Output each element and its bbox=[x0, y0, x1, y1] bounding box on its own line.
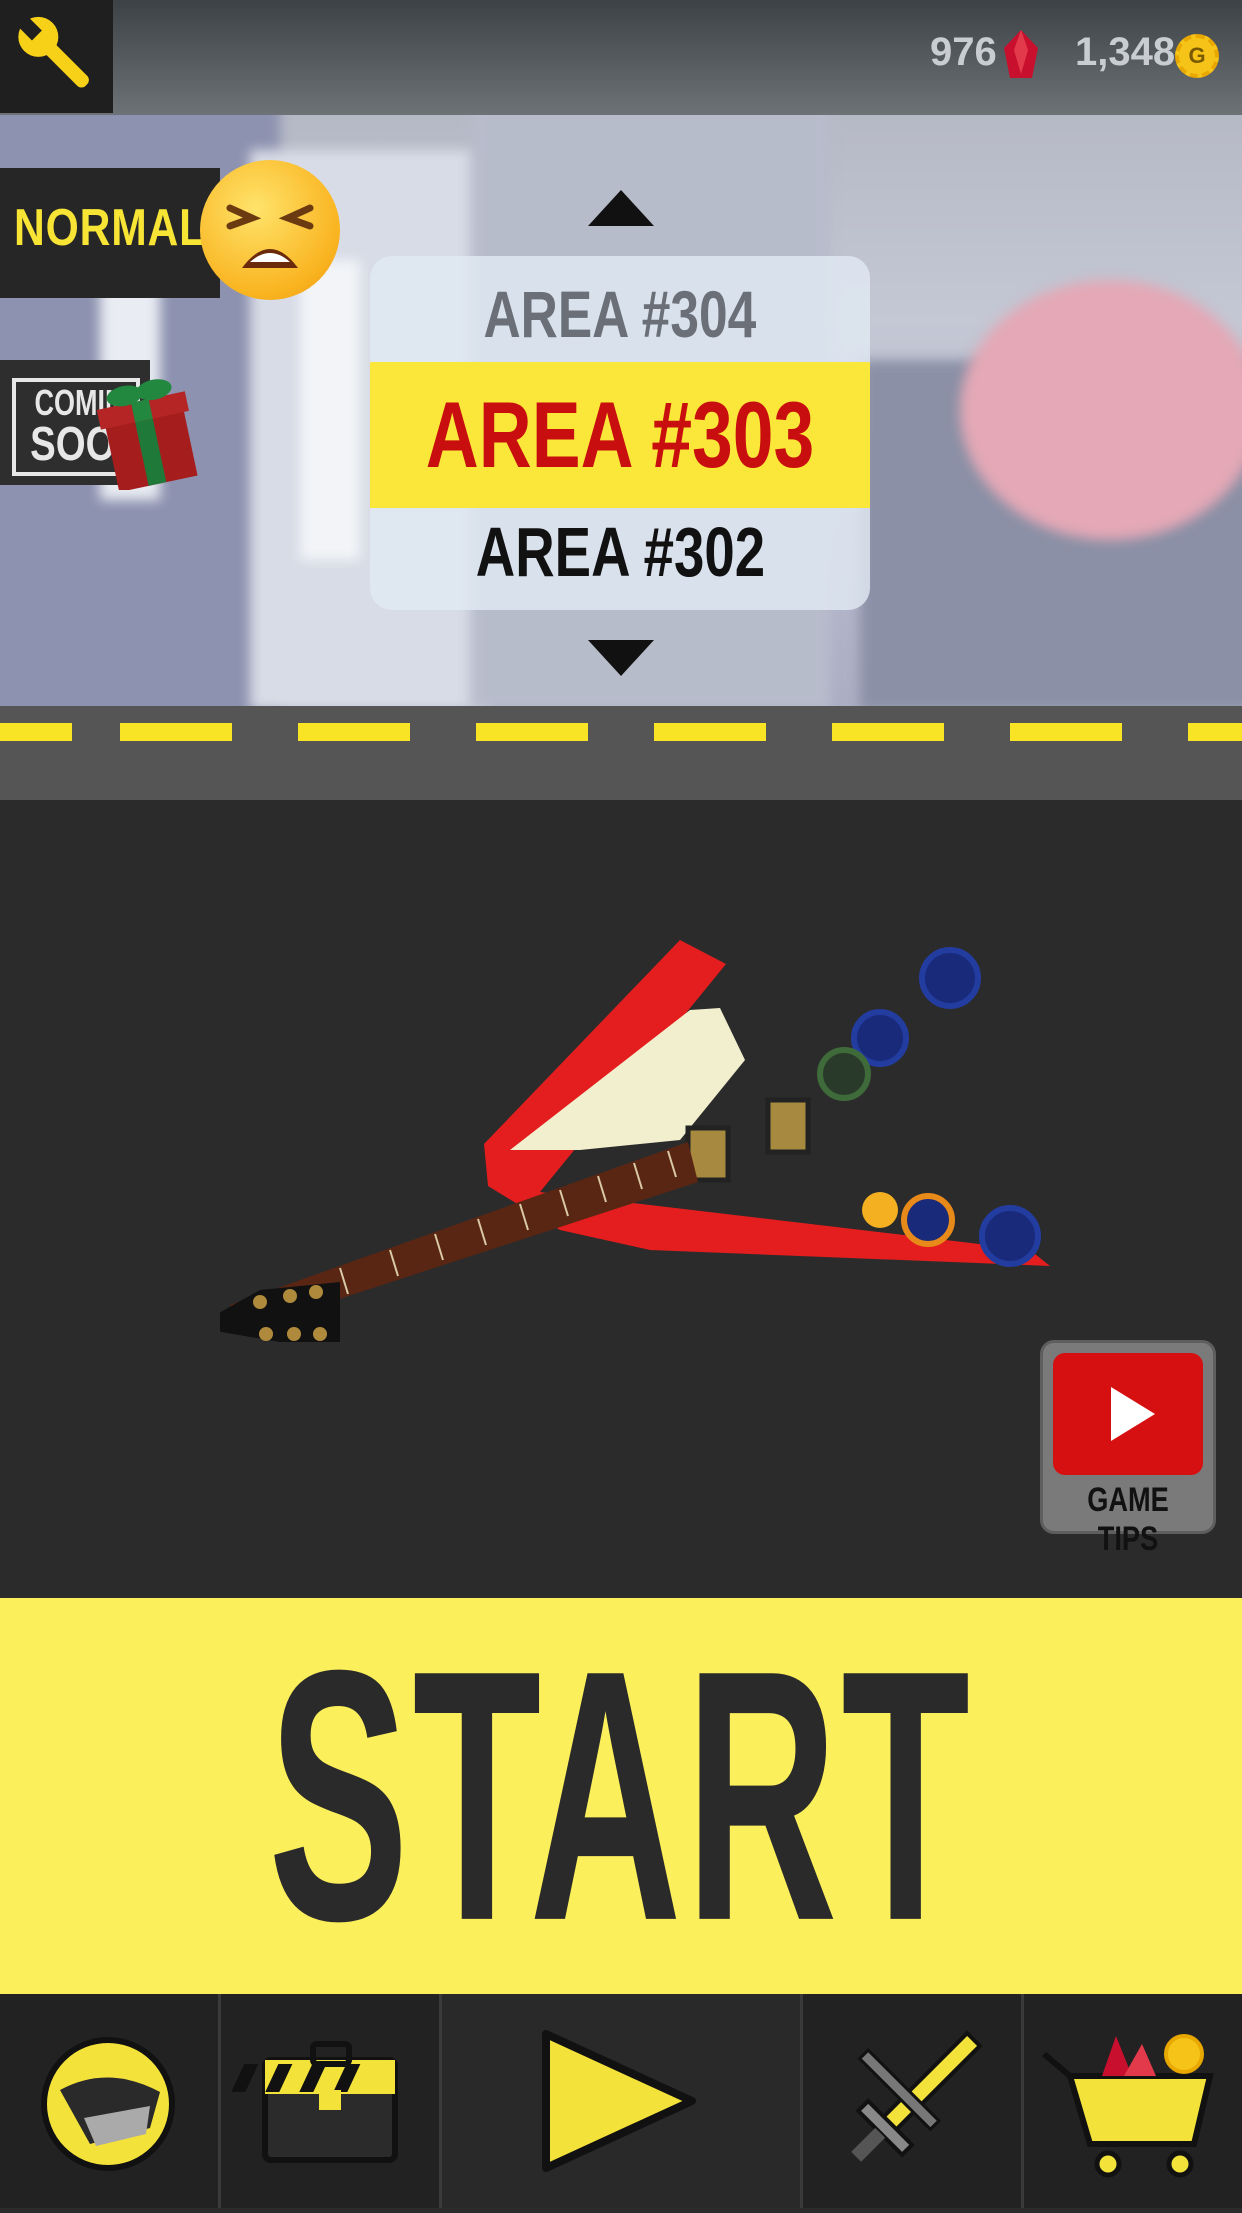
road-stripe bbox=[298, 723, 410, 741]
area-option-below-label: AREA #302 bbox=[475, 513, 765, 591]
road-stripe bbox=[1010, 723, 1122, 741]
area-option-above-label: AREA #304 bbox=[483, 277, 757, 351]
nav-toolbox-button[interactable] bbox=[221, 1994, 442, 2208]
road-stripe bbox=[1188, 723, 1242, 741]
game-tips-button[interactable]: GAME TIPS bbox=[1040, 1340, 1216, 1558]
nav-sword-button[interactable] bbox=[803, 1994, 1024, 2208]
game-tips-label: GAME TIPS bbox=[1087, 1481, 1169, 1558]
area-option-above[interactable]: AREA #304 bbox=[370, 276, 870, 376]
area-option-selected[interactable]: AREA #303 bbox=[370, 362, 870, 508]
nav-play-button[interactable] bbox=[442, 1994, 803, 2208]
difficulty-selector[interactable]: NORMAL bbox=[0, 168, 220, 298]
area-option-below[interactable]: AREA #302 bbox=[370, 512, 870, 602]
tired-face-emoji-icon[interactable] bbox=[200, 160, 340, 300]
coin-icon: G bbox=[1175, 34, 1219, 78]
sword-icon bbox=[851, 2030, 983, 2162]
area-up-arrow-icon[interactable] bbox=[588, 190, 654, 226]
area-down-arrow-icon[interactable] bbox=[588, 640, 654, 676]
background-window bbox=[300, 260, 360, 560]
road bbox=[0, 706, 1242, 800]
flying-v-guitar-icon[interactable] bbox=[220, 930, 1080, 1350]
settings-button[interactable] bbox=[0, 0, 113, 113]
area-scene: 976 1,348 G NORMAL COMING SOON AREA #304… bbox=[0, 0, 1242, 800]
top-bar: 976 1,348 G bbox=[0, 0, 1242, 115]
background-tree bbox=[960, 280, 1242, 540]
start-button[interactable]: START bbox=[0, 1596, 1242, 1996]
toolbox-icon bbox=[231, 2041, 398, 2163]
gem-icon bbox=[1004, 30, 1038, 78]
shopping-cart-icon bbox=[1042, 2034, 1214, 2178]
road-stripe bbox=[654, 723, 766, 741]
gem-count: 976 bbox=[930, 30, 997, 74]
helmet-icon bbox=[41, 2037, 175, 2171]
nav-helmet-button[interactable] bbox=[0, 1994, 221, 2208]
road-stripe bbox=[832, 723, 944, 741]
start-label: START bbox=[268, 1596, 974, 1996]
difficulty-label: NORMAL bbox=[14, 199, 207, 257]
bottom-nav bbox=[0, 1994, 1242, 2208]
nav-shop-button[interactable] bbox=[1024, 1994, 1242, 2208]
video-play-icon bbox=[1053, 1353, 1203, 1475]
play-icon bbox=[542, 2030, 696, 2172]
road-stripe bbox=[0, 723, 72, 741]
wrench-icon bbox=[16, 14, 89, 88]
gift-icon bbox=[96, 379, 198, 490]
road-stripe bbox=[120, 723, 232, 741]
coin-count: 1,348 bbox=[1075, 30, 1176, 74]
road-stripe bbox=[476, 723, 588, 741]
area-picker[interactable]: AREA #304 AREA #303 AREA #302 bbox=[370, 256, 870, 610]
area-option-selected-label: AREA #303 bbox=[425, 382, 815, 487]
